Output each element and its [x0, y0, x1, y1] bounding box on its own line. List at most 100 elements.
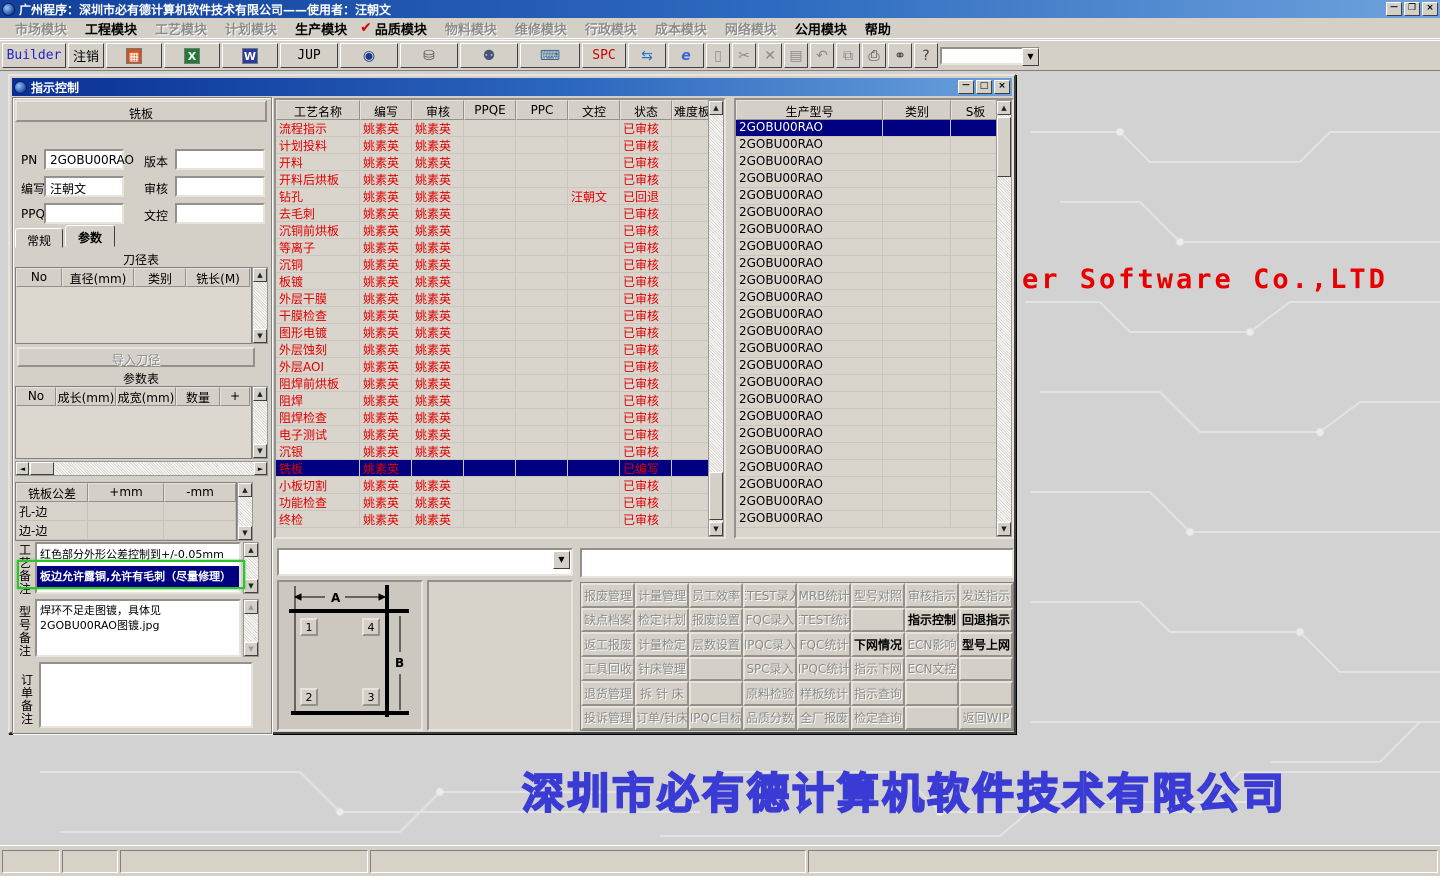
- toolbar-combobox[interactable]: ▼: [940, 46, 1040, 66]
- scroll-down-icon[interactable]: ▼: [997, 522, 1011, 536]
- grid-button[interactable]: 计量管理: [635, 583, 689, 608]
- chevron-down-icon[interactable]: ▼: [553, 551, 570, 569]
- database-icon[interactable]: ⛁: [400, 43, 458, 68]
- model-row[interactable]: 2GOBU00RAO: [736, 205, 1012, 222]
- column-header[interactable]: 状态: [620, 100, 672, 120]
- column-header[interactable]: No: [16, 268, 62, 287]
- tolerance-scrollbar[interactable]: ▲ ▼: [237, 482, 253, 541]
- knife-table-body[interactable]: [16, 287, 251, 343]
- menu-admin[interactable]: 行政模块: [576, 17, 646, 40]
- scroll-up-icon[interactable]: ▲: [253, 268, 267, 282]
- process-row[interactable]: 阻焊 姚素英 姚素英 已审核: [276, 392, 724, 409]
- grid-button[interactable]: 指示查询: [851, 681, 905, 706]
- process-row[interactable]: 干膜检查 姚素英 姚素英 已审核: [276, 307, 724, 324]
- grid-button[interactable]: 审核指示: [905, 583, 959, 608]
- grid-button[interactable]: ECN影响: [905, 632, 959, 657]
- vscroll-thumb[interactable]: [709, 472, 723, 520]
- process-remark-box[interactable]: 红色部分外形公差控制到+/-0.05mm 板边允许露铜,允许有毛刺（尽量修理）: [35, 542, 241, 594]
- report-icon[interactable]: ▦: [106, 43, 162, 68]
- grid-button[interactable]: 回退指示: [959, 607, 1013, 632]
- column-header[interactable]: -mm: [164, 483, 236, 502]
- inner-close-button[interactable]: ×: [994, 80, 1010, 94]
- help-icon[interactable]: ?: [914, 43, 938, 68]
- model-row[interactable]: 2GOBU00RAO: [736, 290, 1012, 307]
- model-row[interactable]: 2GOBU00RAO: [736, 273, 1012, 290]
- scroll-up-icon[interactable]: ▲: [709, 101, 723, 115]
- column-header[interactable]: 直径(mm): [62, 268, 134, 287]
- model-row[interactable]: 2GOBU00RAO: [736, 358, 1012, 375]
- close-button[interactable]: ×: [1422, 2, 1438, 16]
- model-row[interactable]: 2GOBU00RAO: [736, 256, 1012, 273]
- scroll-up-icon[interactable]: ▲: [253, 387, 267, 401]
- grid-button[interactable]: 型号上网: [959, 632, 1013, 657]
- excel-icon[interactable]: X: [164, 43, 220, 68]
- menu-cost[interactable]: 成本模块: [646, 17, 716, 40]
- process-row[interactable]: 铣板 姚素英 已编写: [276, 460, 724, 477]
- grid-button[interactable]: 指示控制: [905, 607, 959, 632]
- model-row[interactable]: 2GOBU00RAO: [736, 154, 1012, 171]
- scroll-down-icon[interactable]: ▼: [244, 579, 258, 593]
- inner-minimize-button[interactable]: －: [958, 80, 974, 94]
- menu-maintenance[interactable]: 维修模块: [506, 17, 576, 40]
- grid-button[interactable]: IPQC统计: [797, 656, 851, 681]
- grid-button[interactable]: 工具回收: [581, 656, 635, 681]
- scroll-up-icon[interactable]: ▲: [244, 543, 258, 557]
- model-row[interactable]: 2GOBU00RAO: [736, 222, 1012, 239]
- menu-planning[interactable]: 计划模块: [216, 17, 286, 40]
- model-row[interactable]: 2GOBU00RAO: [736, 239, 1012, 256]
- column-header[interactable]: +: [220, 387, 250, 406]
- model-remark-scrollbar[interactable]: ▲ ▼: [243, 599, 259, 657]
- model-row[interactable]: 2GOBU00RAO: [736, 494, 1012, 511]
- bottom-left-combobox[interactable]: ▼: [277, 548, 573, 576]
- chevron-down-icon[interactable]: ▼: [1022, 47, 1039, 66]
- user-device-icon[interactable]: ⚉: [460, 43, 518, 68]
- scroll-down-icon[interactable]: ▼: [253, 329, 267, 343]
- model-row[interactable]: 2GOBU00RAO: [736, 460, 1012, 477]
- column-header[interactable]: 文控: [568, 100, 620, 120]
- tab-general[interactable]: 常规: [15, 228, 63, 248]
- eye-icon[interactable]: ◉: [340, 43, 398, 68]
- scroll-right-icon[interactable]: ►: [254, 462, 267, 475]
- grid-button[interactable]: 退货管理: [581, 681, 635, 706]
- column-header[interactable]: 生产型号: [736, 100, 883, 120]
- menu-public[interactable]: 公用模块: [786, 17, 856, 40]
- process-row[interactable]: 流程指示 姚素英 姚素英 已审核: [276, 120, 724, 137]
- browser-icon[interactable]: e: [668, 43, 704, 68]
- model-row[interactable]: 2GOBU00RAO: [736, 477, 1012, 494]
- corner-button-4[interactable]: 4: [362, 618, 380, 636]
- grid-button[interactable]: 投诉管理: [581, 705, 635, 730]
- model-row[interactable]: 2GOBU00RAO: [736, 171, 1012, 188]
- process-row[interactable]: 开料后烘板 姚素英 姚素英 已审核: [276, 171, 724, 188]
- save-icon[interactable]: ▤: [784, 43, 808, 68]
- column-header[interactable]: 编写: [360, 100, 412, 120]
- column-header[interactable]: 工艺名称: [276, 100, 360, 120]
- process-row[interactable]: 阻焊前烘板 姚素英 姚素英 已审核: [276, 375, 724, 392]
- grid-button[interactable]: IPQC录入: [743, 632, 797, 657]
- param-table-body[interactable]: [16, 406, 251, 458]
- column-header[interactable]: 类别: [134, 268, 186, 287]
- order-remark-box[interactable]: [39, 662, 253, 728]
- menu-network[interactable]: 网络模块: [716, 17, 786, 40]
- builder-button[interactable]: Builder: [2, 43, 66, 68]
- grid-button[interactable]: 全厂报废: [797, 705, 851, 730]
- pn-field[interactable]: 2GOBU00RAO: [44, 149, 134, 170]
- grid-button[interactable]: 员工效率: [689, 583, 743, 608]
- scroll-down-icon[interactable]: ▼: [238, 526, 252, 540]
- doc-control-field[interactable]: [175, 203, 265, 224]
- remark-line[interactable]: 红色部分外形公差控制到+/-0.05mm: [37, 544, 239, 566]
- column-header[interactable]: S板: [951, 100, 1000, 120]
- process-row[interactable]: 图形电镀 姚素英 姚素英 已审核: [276, 324, 724, 341]
- column-header[interactable]: 铣长(M): [186, 268, 250, 287]
- model-row[interactable]: 2GOBU00RAO: [736, 426, 1012, 443]
- grid-button[interactable]: 拆 针 床: [635, 681, 689, 706]
- hscroll-thumb[interactable]: [30, 462, 54, 475]
- process-row[interactable]: 外层蚀刻 姚素英 姚素英 已审核: [276, 341, 724, 358]
- process-table-scrollbar[interactable]: ▲ ▼: [708, 100, 724, 537]
- column-header[interactable]: PPC: [516, 100, 568, 120]
- column-header[interactable]: +mm: [88, 483, 164, 502]
- grid-button[interactable]: 指示下网: [851, 656, 905, 681]
- menu-material[interactable]: 物料模块: [436, 17, 506, 40]
- computer-icon[interactable]: ⌨: [520, 43, 580, 68]
- column-header[interactable]: 数量: [176, 387, 220, 406]
- process-row[interactable]: 沉铜 姚素英 姚素英 已审核: [276, 256, 724, 273]
